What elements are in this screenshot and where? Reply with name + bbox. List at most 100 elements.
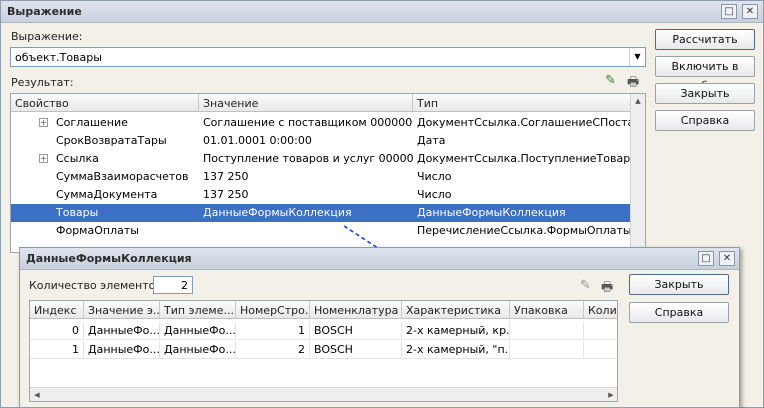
collection-close-button[interactable]: Закрыть <box>629 274 729 295</box>
collection-help-button[interactable]: Справка <box>629 302 729 323</box>
table-cell: 2 <box>236 341 310 359</box>
table-cell: 2-х камерный, кр... <box>402 322 510 340</box>
table-cell: 1 <box>236 322 310 340</box>
table-cell: 1 <box>30 341 84 359</box>
cell-text: ПеречислениеСсылка.ФормыОплаты <box>417 224 631 237</box>
scroll-up-icon[interactable]: ▲ <box>631 94 645 108</box>
column-header-type[interactable]: Тип <box>413 94 631 112</box>
result-grid: Свойство Значение Тип + Соглашение Соглаше… <box>10 93 646 253</box>
column-header-element-type[interactable]: Тип элеме... <box>160 301 236 319</box>
table-cell: СуммаДокумента <box>11 186 199 204</box>
table-cell: 01.01.0001 0:00:00 <box>199 132 413 150</box>
collection-grid-hscrollbar[interactable]: ◀ ▶ <box>30 387 617 401</box>
close-button[interactable]: Закрыть <box>655 83 755 104</box>
expand-icon[interactable]: + <box>39 118 48 127</box>
table-cell: ДанныеФормыКоллекция <box>199 204 413 222</box>
table-cell: ДанныеФо... <box>160 322 236 340</box>
calculate-button[interactable]: Рассчитать <box>655 29 755 50</box>
result-grid-header: Свойство Значение Тип <box>11 94 631 112</box>
table-row[interactable]: 0 ДанныеФо... ДанныеФо... 1 BOSCH 2-х камерны… <box>30 322 617 340</box>
table-cell: СрокВозвратаТары <box>11 132 199 150</box>
result-grid-scrollbar[interactable]: ▲ <box>630 94 645 252</box>
include-in-table-button[interactable]: Включить в табло <box>655 56 755 92</box>
column-header-nomenclature[interactable]: Номенклатура <box>310 301 402 319</box>
table-cell: Число <box>413 168 631 186</box>
result-label: Результат: <box>11 76 74 89</box>
table-row[interactable]: ФормаОплаты ПеречислениеСсылка.ФормыОплат… <box>11 222 631 240</box>
cell-text: Поступление товаров и услуг 0000000... <box>203 152 413 165</box>
cell-text: СуммаВзаиморасчетов <box>56 170 189 183</box>
cell-text: ДокументСсылка.СоглашениеСПостав... <box>417 116 631 129</box>
expression-input[interactable]: объект.Товары ▼ <box>10 47 646 67</box>
table-cell: ДанныеФо... <box>160 341 236 359</box>
cell-text: ДокументСсылка.ПоступлениеТоваро... <box>417 152 631 165</box>
table-row[interactable]: + Соглашение Соглашение с поставщиком 0000… <box>11 114 631 132</box>
cell-text: Дата <box>417 134 446 147</box>
table-row[interactable]: СуммаВзаиморасчетов 137 250 Число <box>11 168 631 186</box>
scroll-right-icon[interactable]: ▶ <box>604 388 617 401</box>
count-field: 2 <box>153 276 193 294</box>
column-header-package[interactable]: Упаковка <box>510 301 584 319</box>
table-cell: Дата <box>413 132 631 150</box>
table-cell: СуммаВзаиморасчетов <box>11 168 199 186</box>
edit-pencil-icon[interactable]: ✎ <box>605 73 616 88</box>
table-cell: 137 250 <box>199 186 413 204</box>
collection-window-title: ДанныеФормыКоллекция <box>26 252 192 265</box>
table-row[interactable]: СрокВозвратаТары 01.01.0001 0:00:00 Дата <box>11 132 631 150</box>
column-header-element-value[interactable]: Значение э... <box>84 301 160 319</box>
cell-text: Соглашение <box>56 116 128 129</box>
column-header-index[interactable]: Индекс <box>30 301 84 319</box>
collection-grid: Индекс Значение э... Тип элеме... НомерС… <box>29 300 618 402</box>
edit-pencil-icon[interactable]: ✎ <box>580 278 591 293</box>
table-cell: 0 <box>30 322 84 340</box>
cell-text: ДанныеФормыКоллекция <box>417 206 566 219</box>
table-cell: ДокументСсылка.СоглашениеСПостав... <box>413 114 631 132</box>
table-cell: ДанныеФо... <box>84 322 160 340</box>
cell-text: 01.01.0001 0:00:00 <box>203 134 312 147</box>
expression-value: объект.Товары <box>15 51 102 64</box>
expression-label: Выражение: <box>11 30 83 43</box>
cell-text: 137 250 <box>203 188 249 201</box>
collection-window: ДанныеФормыКоллекция □ ✕ Количество элем… <box>19 247 740 408</box>
scroll-left-icon[interactable]: ◀ <box>30 388 44 401</box>
table-cell: ФормаОплаты <box>11 222 199 240</box>
table-cell <box>584 341 617 359</box>
close-icon[interactable]: ✕ <box>719 251 735 266</box>
column-header-characteristic[interactable]: Характеристика <box>402 301 510 319</box>
table-row[interactable]: 1 ДанныеФо... ДанныеФо... 2 BOSCH 2-х камерны… <box>30 341 617 359</box>
table-cell: BOSCH <box>310 341 402 359</box>
cell-text: 137 250 <box>203 170 249 183</box>
print-icon[interactable]: 🖶 <box>627 73 639 95</box>
count-label: Количество элементов: <box>29 279 166 292</box>
column-header-property[interactable]: Свойство <box>11 94 199 112</box>
table-cell: ДанныеФормыКоллекция <box>413 204 631 222</box>
cell-text: Число <box>417 170 452 183</box>
collection-grid-header: Индекс Значение э... Тип элеме... НомерС… <box>30 301 617 319</box>
table-cell: ДокументСсылка.ПоступлениеТоваро... <box>413 150 631 168</box>
print-icon[interactable]: 🖶 <box>601 278 613 300</box>
table-cell <box>510 322 584 340</box>
maximize-icon[interactable]: □ <box>721 4 737 19</box>
table-row[interactable]: + Ссылка Поступление товаров и услуг 00000… <box>11 150 631 168</box>
close-icon[interactable]: ✕ <box>742 4 758 19</box>
column-header-value[interactable]: Значение <box>199 94 413 112</box>
help-button[interactable]: Справка <box>655 110 755 131</box>
column-header-line-number[interactable]: НомерСтро... <box>236 301 310 319</box>
chevron-down-icon[interactable]: ▼ <box>629 48 645 66</box>
table-cell: + Соглашение <box>11 114 199 132</box>
table-cell: + Ссылка <box>11 150 199 168</box>
column-header-quantity[interactable]: Количе... <box>584 301 617 319</box>
table-cell <box>510 341 584 359</box>
expression-titlebar: Выражение □ ✕ <box>1 1 763 23</box>
expand-icon[interactable]: + <box>39 154 48 163</box>
table-cell: Товары <box>11 204 199 222</box>
table-cell: Соглашение с поставщиком 00000000... <box>199 114 413 132</box>
maximize-icon[interactable]: □ <box>698 251 714 266</box>
table-row[interactable]: Товары ДанныеФормыКоллекция ДанныеФормыКол… <box>11 204 631 222</box>
table-row[interactable]: СуммаДокумента 137 250 Число <box>11 186 631 204</box>
table-cell <box>584 322 617 340</box>
collection-titlebar: ДанныеФормыКоллекция □ ✕ <box>20 248 739 270</box>
table-cell: BOSCH <box>310 322 402 340</box>
cell-text: Соглашение с поставщиком 00000000... <box>203 116 413 129</box>
cell-text: ДанныеФормыКоллекция <box>203 206 352 219</box>
